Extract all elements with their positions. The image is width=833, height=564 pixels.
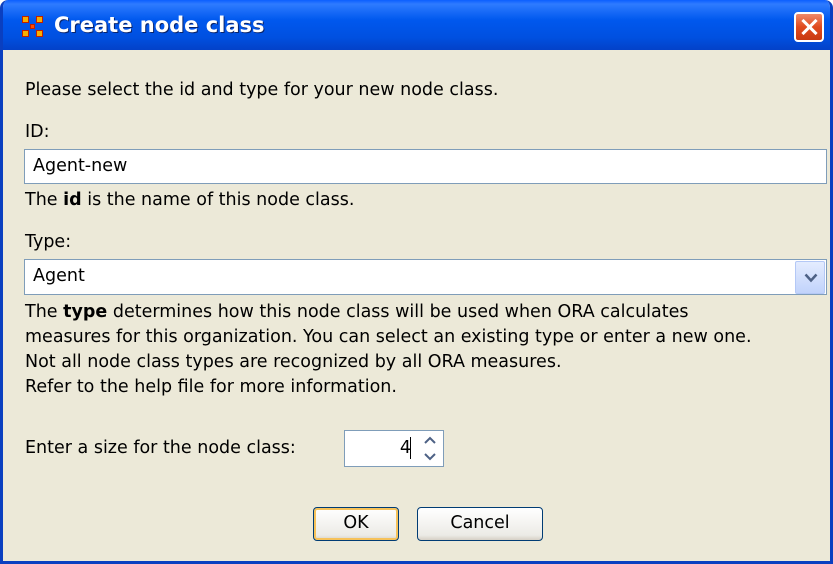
close-icon[interactable] (794, 12, 824, 42)
type-combobox-value: Agent (33, 266, 85, 286)
type-help-line1: The type determines how this node class … (25, 302, 689, 322)
text-caret (410, 437, 411, 459)
type-help-line3: Not all node class types are recognized … (25, 352, 562, 372)
title-bar[interactable]: Create node class (3, 0, 830, 50)
spin-down-icon[interactable] (419, 449, 441, 464)
app-icon (22, 16, 43, 37)
id-help-text: The id is the name of this node class. (25, 190, 355, 210)
dropdown-arrow-icon[interactable] (795, 261, 825, 294)
size-label: Enter a size for the node class: (25, 438, 296, 458)
size-spinner[interactable]: 4 (344, 430, 444, 467)
cancel-button[interactable]: Cancel (417, 507, 543, 541)
id-input-value: Agent-new (33, 156, 128, 176)
ok-button[interactable]: OK (313, 507, 399, 541)
type-label: Type: (25, 232, 72, 252)
intro-text: Please select the id and type for your n… (25, 80, 499, 100)
type-help-line4: Refer to the help file for more informat… (25, 377, 397, 397)
spin-up-icon[interactable] (419, 433, 441, 448)
id-input[interactable]: Agent-new (24, 149, 827, 184)
id-label: ID: (25, 122, 50, 142)
create-node-class-dialog: Create node class Please select the id a… (0, 0, 833, 564)
type-help-line2: measures for this organization. You can … (25, 327, 752, 347)
window-title: Create node class (54, 13, 265, 37)
type-combobox[interactable]: Agent (24, 259, 827, 295)
